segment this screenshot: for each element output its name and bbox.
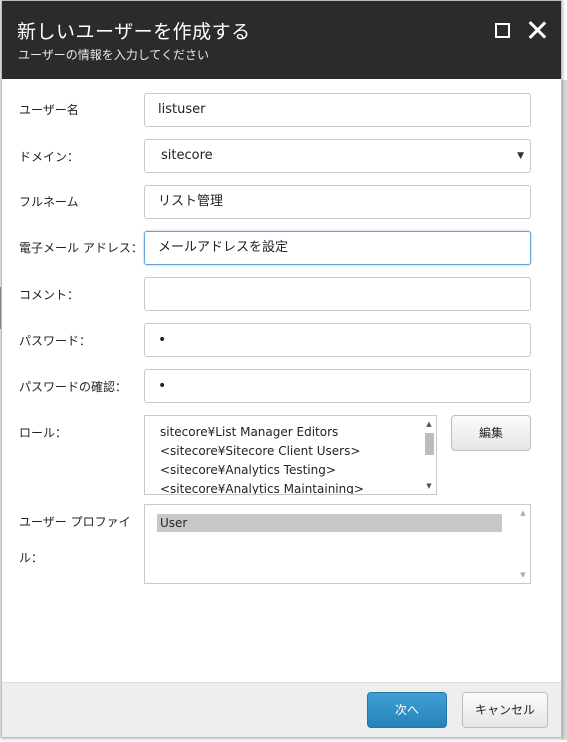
password-confirm-input[interactable]: • bbox=[144, 369, 531, 403]
dialog-subtitle: ユーザーの情報を入力してください bbox=[18, 48, 210, 62]
username-input[interactable]: listuser bbox=[144, 93, 531, 127]
scroll-down-icon[interactable]: ▼ bbox=[516, 569, 530, 581]
role-item[interactable]: sitecore¥List Manager Editors bbox=[145, 423, 364, 442]
scroll-thumb[interactable] bbox=[425, 433, 434, 455]
password-input[interactable]: • bbox=[144, 323, 531, 357]
profile-label-line1: ユーザー プロファイ bbox=[19, 515, 131, 529]
profile-scrollbar[interactable]: ▲ ▼ bbox=[516, 505, 530, 583]
scroll-down-icon[interactable]: ▼ bbox=[422, 480, 436, 492]
scroll-up-icon[interactable]: ▲ bbox=[516, 507, 530, 519]
maximize-icon[interactable] bbox=[491, 19, 513, 41]
password-label: パスワード： bbox=[19, 334, 92, 348]
profile-listbox[interactable]: User ▲ ▼ bbox=[144, 504, 531, 584]
role-item[interactable]: <sitecore¥Analytics Maintaining> bbox=[145, 480, 364, 494]
dialog-footer: 次へ キャンセル bbox=[2, 682, 561, 737]
email-label: 電子メール アドレス： bbox=[19, 241, 143, 255]
roles-scrollbar[interactable]: ▲ ▼ bbox=[422, 416, 436, 494]
domain-select-value: sitecore bbox=[161, 148, 213, 163]
roles-label: ロール： bbox=[19, 426, 68, 440]
profile-selected-item[interactable]: User bbox=[157, 514, 502, 532]
password-confirm-label: パスワードの確認： bbox=[19, 380, 128, 394]
dialog-titlebar: 新しいユーザーを作成する ユーザーの情報を入力してください bbox=[2, 1, 561, 79]
profile-label-line2: ル： bbox=[19, 551, 44, 565]
cancel-button[interactable]: キャンセル bbox=[462, 692, 548, 728]
roles-listbox[interactable]: sitecore¥List Manager Editors <sitecore¥… bbox=[144, 415, 437, 495]
close-icon[interactable] bbox=[526, 19, 548, 41]
username-label: ユーザー名 bbox=[19, 103, 79, 117]
create-user-dialog: 新しいユーザーを作成する ユーザーの情報を入力してください ユーザー名 list… bbox=[1, 0, 562, 738]
scroll-up-icon[interactable]: ▲ bbox=[422, 418, 436, 430]
comment-input[interactable] bbox=[144, 277, 531, 311]
email-input[interactable]: メールアドレスを設定 bbox=[144, 231, 531, 265]
chevron-down-icon: ▼ bbox=[517, 151, 524, 161]
role-item[interactable]: <sitecore¥Sitecore Client Users> bbox=[145, 442, 364, 461]
next-button[interactable]: 次へ bbox=[367, 692, 447, 728]
edit-roles-button[interactable]: 編集 bbox=[451, 415, 531, 451]
comment-label: コメント： bbox=[19, 288, 80, 302]
domain-label: ドメイン： bbox=[19, 150, 80, 164]
dialog-title: 新しいユーザーを作成する bbox=[17, 21, 251, 43]
fullname-label: フルネーム bbox=[19, 195, 79, 209]
domain-select[interactable]: sitecore ▼ bbox=[144, 139, 531, 173]
fullname-input[interactable]: リスト管理 bbox=[144, 185, 531, 219]
role-item[interactable]: <sitecore¥Analytics Testing> bbox=[145, 461, 364, 480]
